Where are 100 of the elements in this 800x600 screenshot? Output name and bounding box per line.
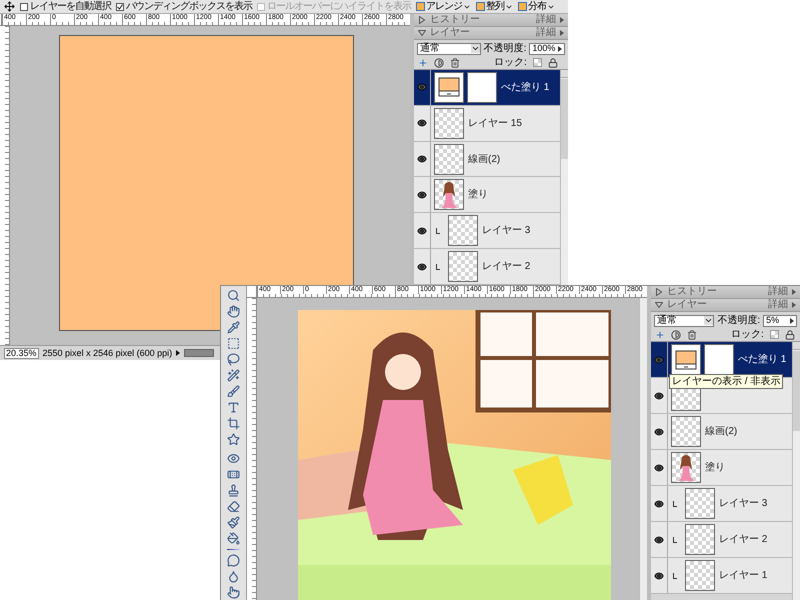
layer-thumbnail [685, 488, 715, 519]
new-layer-icon[interactable] [418, 58, 428, 68]
scrollbar[interactable] [184, 349, 214, 357]
scrollbar[interactable] [792, 342, 800, 600]
pipette-icon[interactable] [227, 321, 240, 334]
clip-link-icon [436, 264, 440, 270]
more-link[interactable]: 詳細 [768, 286, 788, 298]
new-layer-icon[interactable] [655, 330, 665, 340]
search-icon[interactable] [227, 289, 240, 302]
layer-name: レイヤー 2 [719, 533, 768, 547]
move-tool-icon[interactable] [4, 1, 15, 12]
layer-row[interactable]: レイヤー 2 [651, 522, 792, 558]
droplet-icon[interactable] [227, 570, 240, 583]
fill-layer-thumbnail [434, 72, 464, 103]
eye-icon[interactable] [417, 262, 427, 272]
layer-thumbnail [434, 179, 464, 210]
layer-row[interactable]: レイヤー 15 [414, 106, 560, 142]
panel-header[interactable]: ヒストリー 詳細 [651, 286, 800, 299]
paintbrush-icon[interactable] [227, 516, 240, 530]
square-icon [518, 2, 527, 11]
lock-icon[interactable] [548, 58, 558, 68]
checkbox[interactable] [20, 2, 28, 10]
more-link[interactable]: 詳細 [536, 14, 556, 26]
menu-button[interactable]: 分布 [518, 2, 555, 12]
layer-row[interactable]: レイヤー 3 [651, 486, 792, 522]
layer-row[interactable]: レイヤー 2 [414, 249, 560, 285]
opacity-field[interactable]: 100% [529, 42, 565, 54]
lock-label: ロック: [494, 58, 527, 68]
opacity-label: 不透明度: [717, 316, 760, 326]
panel-header[interactable]: ヒストリー 詳細 [414, 14, 568, 27]
lock-label: ロック: [731, 330, 764, 340]
adjustment-layer-icon[interactable] [671, 330, 681, 340]
more-link[interactable]: 詳細 [536, 27, 556, 39]
eye-icon[interactable] [654, 534, 664, 544]
eye-icon[interactable] [417, 154, 427, 164]
bandage-icon[interactable] [227, 468, 240, 482]
crop-icon[interactable] [227, 417, 240, 430]
layer-row[interactable]: 線画(2) [651, 414, 792, 450]
speech-bubble-icon[interactable] [227, 554, 240, 567]
menu-button[interactable]: 整列 [476, 2, 513, 12]
play-triangle-icon[interactable] [176, 350, 180, 356]
more-link[interactable]: 詳細 [768, 299, 788, 311]
wand-icon[interactable] [227, 369, 240, 382]
finger-icon[interactable] [227, 586, 240, 599]
menu-button[interactable]: アレンジ [416, 2, 471, 12]
lock-transparency-checkbox[interactable] [770, 330, 779, 339]
clip-link-icon [436, 228, 440, 234]
panel-header[interactable]: レイヤー 詳細 [651, 299, 800, 312]
lock-icon[interactable] [784, 330, 795, 340]
blend-mode-select[interactable]: 通常 [417, 42, 481, 54]
layer-name: べた塗り 1 [738, 353, 786, 367]
fill-layer-thumbnail [671, 344, 701, 375]
eraser-icon[interactable] [227, 500, 240, 514]
hand-icon[interactable] [227, 305, 240, 318]
layer-mask-thumbnail [704, 344, 734, 375]
layer-thumbnail [448, 251, 478, 282]
eye-icon[interactable] [654, 426, 664, 436]
text-icon[interactable] [227, 401, 240, 414]
stamp-icon[interactable] [227, 484, 240, 498]
brush-icon[interactable] [227, 385, 240, 398]
layer-row[interactable]: 塗り [651, 450, 792, 486]
lasso-icon[interactable] [227, 353, 240, 366]
opacity-field[interactable]: 5% [763, 314, 797, 326]
panel-header[interactable]: レイヤー 詳細 [414, 27, 568, 40]
tooltip: レイヤーの表示 / 非表示 [669, 374, 784, 389]
trash-icon[interactable] [450, 58, 460, 68]
play-triangle-icon [560, 30, 564, 36]
adjustment-layer-icon[interactable] [434, 58, 444, 68]
layer-name: レイヤー 3 [719, 497, 768, 511]
collapse-triangle-icon[interactable] [655, 301, 663, 309]
layer-row[interactable]: レイヤー 1 [651, 558, 792, 594]
trash-icon[interactable] [687, 330, 697, 340]
blend-mode-select[interactable]: 通常 [654, 314, 714, 326]
layer-row[interactable]: べた塗り 1 [414, 70, 560, 106]
expand-triangle-icon[interactable] [418, 16, 426, 24]
dashed-square-icon[interactable] [227, 337, 240, 350]
eye-icon[interactable] [417, 226, 427, 236]
checkbox[interactable] [116, 2, 124, 10]
clip-link-icon [673, 500, 677, 506]
eye-icon[interactable] [417, 118, 427, 128]
star-icon[interactable] [227, 433, 240, 446]
layer-row[interactable]: 線画(2) [414, 142, 560, 178]
eye-icon[interactable] [654, 462, 664, 472]
eye-icon[interactable] [654, 498, 664, 508]
expand-triangle-icon[interactable] [655, 288, 663, 296]
play-triangle-icon [792, 289, 796, 295]
layer-thumbnail [671, 452, 701, 483]
eye-icon[interactable] [654, 570, 664, 580]
collapse-triangle-icon[interactable] [418, 29, 426, 37]
eye-icon[interactable] [417, 190, 427, 200]
paint-bucket-icon[interactable] [227, 532, 240, 546]
scrollbar[interactable] [560, 70, 568, 285]
layer-row[interactable]: レイヤー 3 [414, 213, 560, 250]
scrollbar[interactable] [639, 298, 647, 600]
panel-title: ヒストリー [667, 287, 718, 297]
eye-icon[interactable] [654, 390, 664, 400]
layer-row[interactable]: 塗り [414, 177, 560, 214]
zoom-field[interactable]: 20.35% [4, 348, 39, 358]
play-triangle-icon [560, 17, 564, 23]
lock-transparency-checkbox[interactable] [532, 58, 542, 67]
